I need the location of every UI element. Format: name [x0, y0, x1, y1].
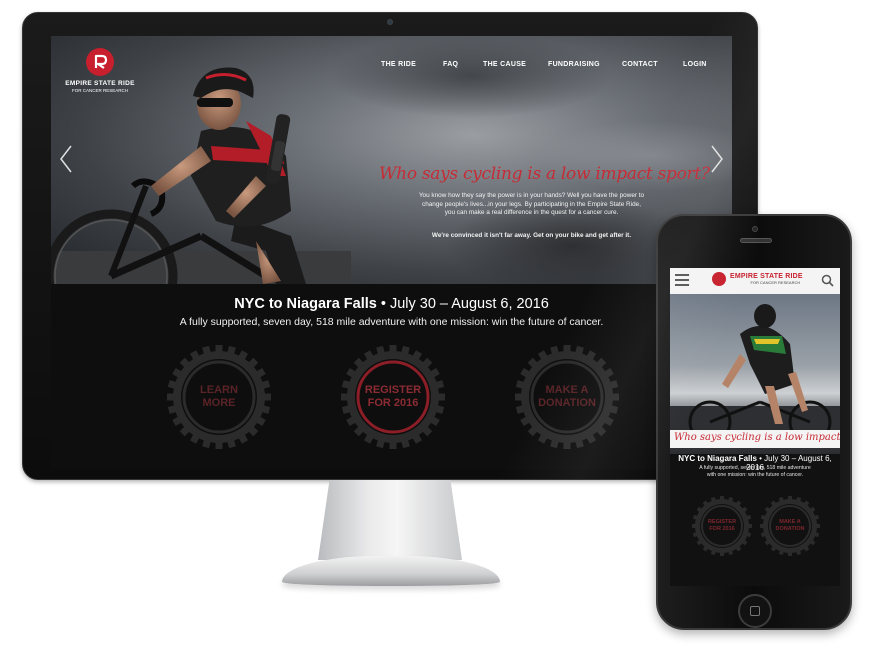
hero-body-line: You know how they say the power is in yo…: [418, 192, 645, 199]
mobile-logo-title: EMPIRE STATE RIDE: [730, 273, 803, 280]
logo-title: EMPIRE STATE RIDE: [65, 80, 135, 87]
mobile-donation-line: MAKE A: [779, 519, 801, 525]
mobile-event-route: NYC to Niagara Falls: [678, 454, 757, 463]
mobile-logo-subtitle: FOR CANCER RESEARCH: [750, 280, 801, 285]
hero-body: You know how they say the power is in yo…: [389, 192, 674, 218]
monitor-stand-neck: [318, 480, 462, 560]
event-title-route: NYC to Niagara Falls: [234, 296, 377, 312]
mobile-cyclist-image: [670, 304, 840, 444]
logo-mark-icon: [86, 48, 114, 76]
register-line: REGISTER: [364, 384, 422, 396]
phone-speaker: [740, 238, 772, 243]
register-label: REGISTER FOR 2016: [337, 341, 449, 453]
hero-body-bold: We're convinced it isn't far away. Get o…: [431, 232, 632, 239]
make-donation-line: MAKE A: [545, 384, 589, 396]
mobile-headline: Who says cycling is a low impact sport?: [674, 432, 840, 443]
register-line: FOR 2016: [367, 397, 419, 409]
nav-item-login[interactable]: LOGIN: [683, 61, 707, 68]
search-icon[interactable]: [821, 274, 834, 287]
monitor-camera: [387, 19, 393, 25]
mobile-donation-label: MAKE A DONATION: [758, 494, 822, 558]
nav-item-fundraising[interactable]: FUNDRAISING: [548, 61, 600, 68]
home-square-icon: [750, 606, 760, 616]
make-donation-line: DONATION: [538, 397, 596, 409]
register-button[interactable]: REGISTER FOR 2016: [337, 341, 449, 453]
learn-more-label: LEARN MORE: [163, 341, 275, 453]
mobile-donation-button[interactable]: MAKE A DONATION: [758, 494, 822, 558]
nav-item-faq[interactable]: FAQ: [443, 61, 458, 68]
mobile-header: EMPIRE STATE RIDE FOR CANCER RESEARCH: [670, 268, 840, 294]
learn-more-line: MORE: [202, 397, 236, 409]
learn-more-line: LEARN: [200, 384, 238, 396]
mobile-phone: EMPIRE STATE RIDE FOR CANCER RESEARCH Wh…: [656, 214, 852, 630]
mobile-donation-line: DONATION: [775, 526, 805, 532]
event-title: NYC to Niagara Falls • July 30 – August …: [51, 296, 732, 312]
mobile-logo[interactable]: EMPIRE STATE RIDE FOR CANCER RESEARCH: [712, 272, 803, 286]
event-subtitle: A fully supported, seven day, 518 mile a…: [179, 316, 604, 328]
desktop-screen: EMPIRE STATE RIDE FOR CANCER RESEARCH TH…: [51, 36, 732, 469]
carousel-prev-arrow-icon[interactable]: [59, 144, 73, 174]
hero-body-line: change people's lives...in your legs. By…: [422, 200, 641, 208]
mobile-event-sub-line: with one mission: win the future of canc…: [706, 472, 804, 478]
mobile-event-subtitle: A fully supported, seven day, 518 mile a…: [680, 465, 830, 479]
mobile-event-sub-line: A fully supported, seven day, 518 mile a…: [699, 465, 811, 471]
nav-item-contact[interactable]: CONTACT: [622, 61, 658, 68]
hero-headline: Who says cycling is a low impact sport?: [379, 164, 710, 184]
mobile-register-line: REGISTER: [707, 519, 737, 525]
mobile-headline-bar: Who says cycling is a low impact sport?: [670, 430, 840, 448]
phone-home-button[interactable]: [738, 594, 772, 628]
mobile-register-line: FOR 2016: [709, 526, 735, 532]
desktop-monitor: EMPIRE STATE RIDE FOR CANCER RESEARCH TH…: [22, 12, 758, 480]
make-donation-label: MAKE A DONATION: [511, 341, 623, 453]
mobile-screen: EMPIRE STATE RIDE FOR CANCER RESEARCH Wh…: [670, 268, 840, 586]
logo-subtitle: FOR CANCER RESEARCH: [71, 88, 128, 93]
mobile-register-button[interactable]: REGISTER FOR 2016: [690, 494, 754, 558]
event-title-dates: • July 30 – August 6, 2016: [376, 296, 549, 312]
hero-body-line: you can make a real difference in the qu…: [444, 209, 619, 217]
learn-more-button[interactable]: LEARN MORE: [163, 341, 275, 453]
carousel-next-arrow-icon[interactable]: [710, 144, 724, 174]
make-donation-button[interactable]: MAKE A DONATION: [511, 341, 623, 453]
nav-item-the-ride[interactable]: THE RIDE: [381, 61, 416, 68]
hamburger-menu-icon[interactable]: [675, 274, 689, 286]
phone-camera: [752, 226, 758, 232]
logo-mark-icon: [712, 272, 726, 286]
site-logo[interactable]: EMPIRE STATE RIDE FOR CANCER RESEARCH: [65, 48, 135, 93]
hero-banner: EMPIRE STATE RIDE FOR CANCER RESEARCH TH…: [51, 36, 732, 284]
monitor-stand-base: [282, 556, 500, 586]
nav-item-the-cause[interactable]: THE CAUSE: [483, 61, 526, 68]
mobile-register-label: REGISTER FOR 2016: [690, 494, 754, 558]
